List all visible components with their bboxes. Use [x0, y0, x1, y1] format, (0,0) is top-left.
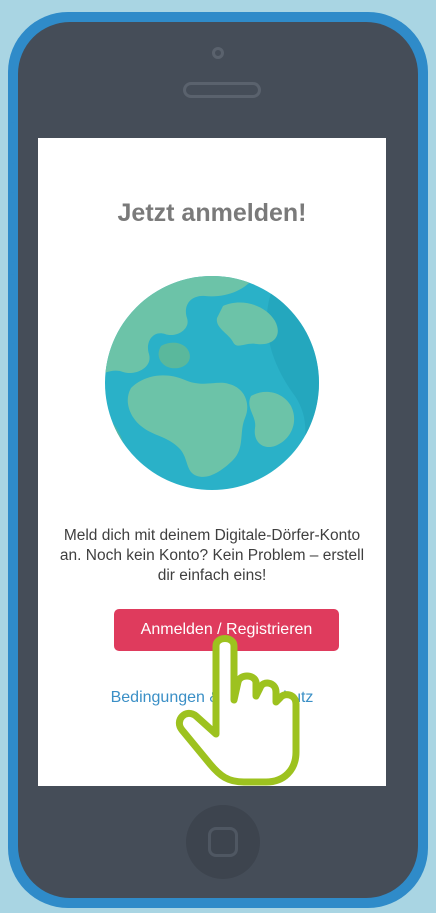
- intro-text: Meld dich mit deinem Digitale-Dörfer-Kon…: [59, 527, 365, 584]
- phone-volume-down-button: [10, 274, 18, 344]
- home-square-icon: [208, 827, 238, 857]
- home-button[interactable]: [186, 805, 260, 879]
- phone-volume-up-button: [10, 192, 18, 262]
- speaker-grille-icon: [183, 82, 261, 98]
- globe-icon: [105, 276, 319, 490]
- phone-mute-switch: [10, 122, 18, 164]
- hand-pointer-icon: [175, 635, 300, 786]
- page-title: Jetzt anmelden!: [117, 199, 307, 227]
- front-camera-icon: [212, 47, 224, 59]
